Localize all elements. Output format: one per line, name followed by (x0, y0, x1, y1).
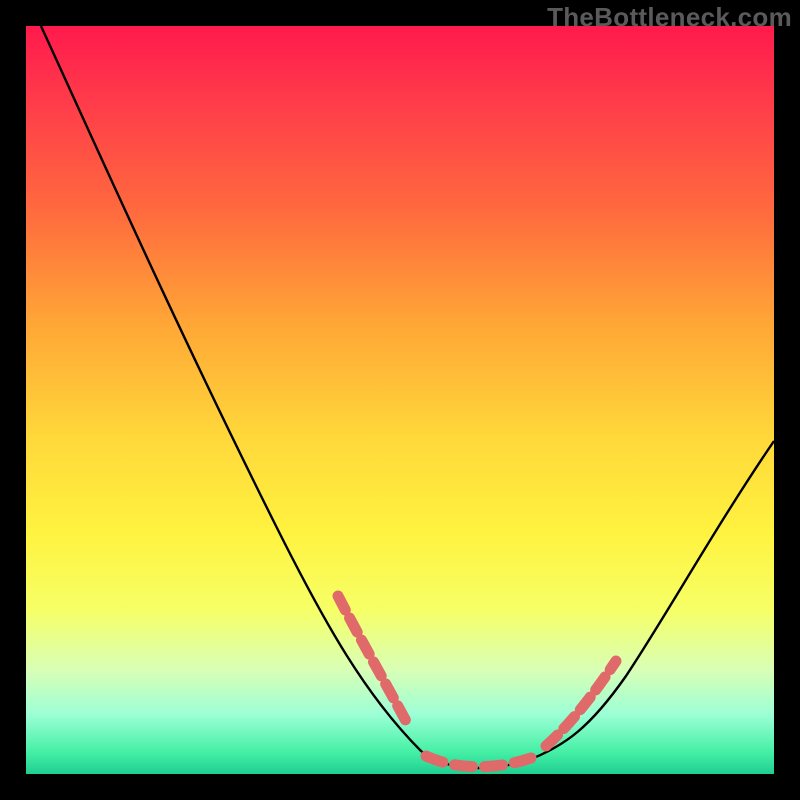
marker-floor-dashes (426, 756, 531, 767)
chart-frame: TheBottleneck.com (0, 0, 800, 800)
bottleneck-curve (26, 26, 774, 774)
plot-area (26, 26, 774, 774)
curve-path (41, 26, 774, 768)
watermark-text: TheBottleneck.com (547, 2, 792, 33)
